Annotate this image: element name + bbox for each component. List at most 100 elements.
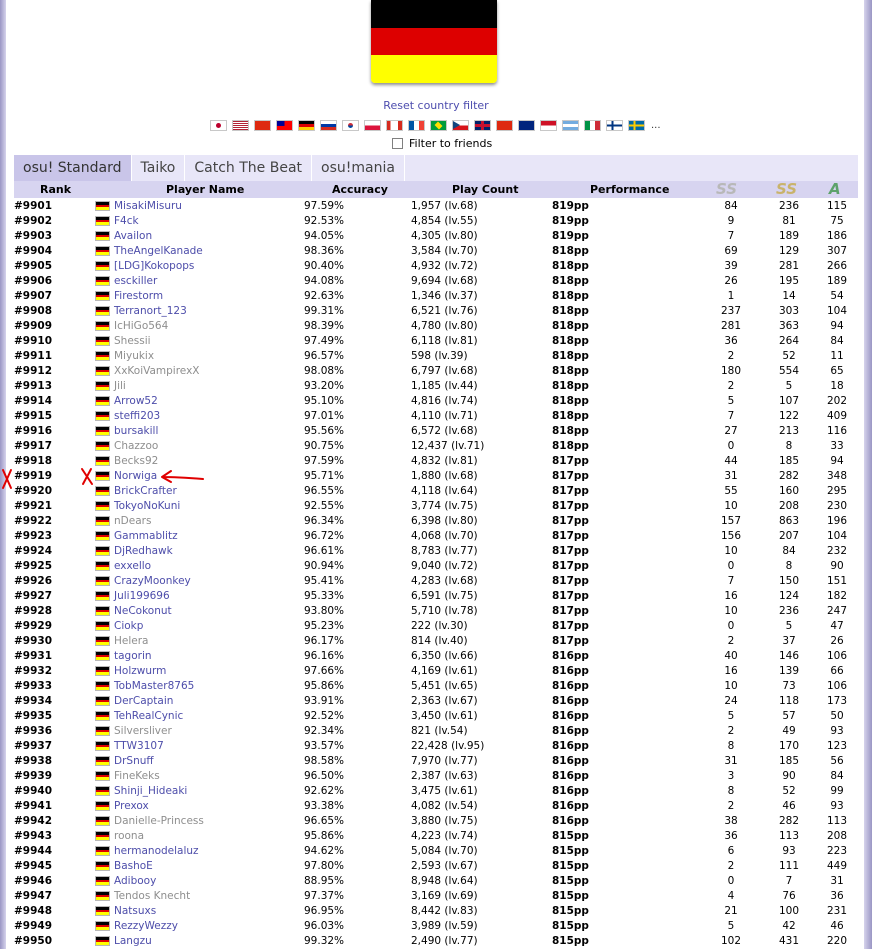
col-rank[interactable]: Rank xyxy=(40,183,71,196)
rank-cell: #9930 xyxy=(14,635,53,647)
player-name-link[interactable]: Miyukix xyxy=(114,349,154,364)
argentina-flag-icon[interactable] xyxy=(562,119,579,131)
taiwan-flag-icon[interactable] xyxy=(276,119,293,131)
player-name-link[interactable]: Terranort_123 xyxy=(114,304,187,319)
col-accuracy[interactable]: Accuracy xyxy=(332,183,388,196)
player-name-link[interactable]: Adibooy xyxy=(114,874,156,889)
player-name-link[interactable]: Silversliver xyxy=(114,724,172,739)
player-name-link[interactable]: BrickCrafter xyxy=(114,484,177,499)
finland-flag-icon[interactable] xyxy=(606,119,623,131)
player-name-link[interactable]: Becks92 xyxy=(114,454,158,469)
player-name-link[interactable]: FineKeks xyxy=(114,769,160,784)
player-name-link[interactable]: Langzu xyxy=(114,934,152,949)
south-korea-flag-icon[interactable] xyxy=(342,119,359,131)
player-name-link[interactable]: TTW3107 xyxy=(114,739,164,754)
player-name-link[interactable]: DjRedhawk xyxy=(114,544,173,559)
player-name-link[interactable]: Norwiga xyxy=(114,469,157,484)
player-name-link[interactable]: F4ck xyxy=(114,214,139,229)
player-name-link[interactable]: Tendos Knecht xyxy=(114,889,190,904)
player-name-link[interactable]: Firestorm xyxy=(114,289,163,304)
player-name-link[interactable]: bursakill xyxy=(114,424,158,439)
italy-flag-icon[interactable] xyxy=(584,119,601,131)
player-name-link[interactable]: CrazyMoonkey xyxy=(114,574,191,589)
australia-flag-icon[interactable] xyxy=(518,119,535,131)
accuracy-cell: 93.20% xyxy=(304,380,345,392)
player-name-link[interactable]: nDears xyxy=(114,514,151,529)
player-name-link[interactable]: steffi203 xyxy=(114,409,160,424)
filter-to-friends[interactable]: Filter to friends xyxy=(392,136,492,150)
rank-cell: #9931 xyxy=(14,650,53,662)
friends-checkbox[interactable] xyxy=(392,137,403,149)
player-name-link[interactable]: Holzwurm xyxy=(114,664,166,679)
player-name-link[interactable]: Helera xyxy=(114,634,148,649)
performance-cell: 818pp xyxy=(552,290,589,302)
ss-silver-count-cell: 180 xyxy=(720,365,742,377)
rank-cell: #9950 xyxy=(14,935,53,947)
france-flag-icon[interactable] xyxy=(408,119,425,131)
canada-flag-icon[interactable] xyxy=(386,119,403,131)
player-name-link[interactable]: Danielle-Princess xyxy=(114,814,204,829)
player-name-link[interactable]: Shessii xyxy=(114,334,151,349)
player-name-link[interactable]: Chazzoo xyxy=(114,439,158,454)
ss-silver-count-cell: 8 xyxy=(727,740,735,752)
china-flag-icon[interactable] xyxy=(254,119,271,131)
tab-taiko[interactable]: Taiko xyxy=(132,155,186,181)
russia-flag-icon[interactable] xyxy=(320,119,337,131)
player-name-link[interactable]: tagorin xyxy=(114,649,152,664)
player-name-link[interactable]: [LDG]Kokopops xyxy=(114,259,194,274)
reset-country-filter-link[interactable]: Reset country filter xyxy=(0,99,872,112)
player-name-link[interactable]: MisakiMisuru xyxy=(114,199,182,214)
poland-flag-icon[interactable] xyxy=(364,119,381,131)
player-name-link[interactable]: exxello xyxy=(114,559,151,574)
player-name-link[interactable]: Ciokp xyxy=(114,619,143,634)
grade-ss-silver-icon[interactable]: SS xyxy=(716,181,737,198)
player-name-link[interactable]: DerCaptain xyxy=(114,694,173,709)
player-name-link[interactable]: RezzyWezzy xyxy=(114,919,178,934)
germany-flag-icon[interactable] xyxy=(298,119,315,131)
sweden-flag-icon[interactable] xyxy=(628,119,645,131)
player-name-link[interactable]: Availon xyxy=(114,229,152,244)
player-name-link[interactable]: TheAngelKanade xyxy=(114,244,203,259)
player-name-link[interactable]: roona xyxy=(114,829,144,844)
a-count-cell: 54 xyxy=(830,290,844,302)
player-name-link[interactable]: Shinji_Hideaki xyxy=(114,784,187,799)
player-name-link[interactable]: TokyoNoKuni xyxy=(114,499,180,514)
grade-ss-icon[interactable]: SS xyxy=(776,181,797,198)
player-name-link[interactable]: Natsuxs xyxy=(114,904,156,919)
rank-cell: #9933 xyxy=(14,680,53,692)
player-name-link[interactable]: IcHiGo564 xyxy=(114,319,168,334)
performance-cell: 817pp xyxy=(552,635,589,647)
performance-cell: 818pp xyxy=(552,380,589,392)
performance-cell: 817pp xyxy=(552,485,589,497)
player-name-link[interactable]: XxKoiVampirexX xyxy=(114,364,200,379)
col-performance[interactable]: Performance xyxy=(590,183,669,196)
czech-flag-icon[interactable] xyxy=(452,119,469,131)
indonesia-flag-icon[interactable] xyxy=(540,119,557,131)
accuracy-cell: 96.65% xyxy=(304,815,345,827)
ss-silver-count-cell: 0 xyxy=(727,875,735,887)
player-name-link[interactable]: TehRealCynic xyxy=(114,709,183,724)
more-countries-link[interactable]: ... xyxy=(651,120,661,131)
player-name-link[interactable]: esckiller xyxy=(114,274,157,289)
player-name-link[interactable]: Gammablitz xyxy=(114,529,178,544)
player-name-link[interactable]: BashoE xyxy=(114,859,153,874)
player-name-link[interactable]: Arrow52 xyxy=(114,394,158,409)
player-name-link[interactable]: Jili xyxy=(114,379,126,394)
tab-catch-the-beat[interactable]: Catch The Beat xyxy=(185,155,313,181)
player-name-link[interactable]: hermanodelaluz xyxy=(114,844,199,859)
player-name-link[interactable]: DrSnuff xyxy=(114,754,154,769)
tab-osu-mania[interactable]: osu!mania xyxy=(312,155,405,181)
col-player-name[interactable]: Player Name xyxy=(166,183,244,196)
grade-a-icon[interactable]: A xyxy=(829,181,841,198)
usa-flag-icon[interactable] xyxy=(232,119,249,131)
brazil-flag-icon[interactable] xyxy=(430,119,447,131)
uk-flag-icon[interactable] xyxy=(474,119,491,131)
hong-kong-flag-icon[interactable] xyxy=(496,119,513,131)
player-name-link[interactable]: Prexox xyxy=(114,799,149,814)
player-name-link[interactable]: NeCokonut xyxy=(114,604,172,619)
player-name-link[interactable]: TobMaster8765 xyxy=(114,679,194,694)
tab-osu-standard[interactable]: osu! Standard xyxy=(14,155,132,181)
col-play-count[interactable]: Play Count xyxy=(452,183,518,196)
player-name-link[interactable]: Juli199696 xyxy=(114,589,170,604)
japan-flag-icon[interactable] xyxy=(210,119,227,131)
